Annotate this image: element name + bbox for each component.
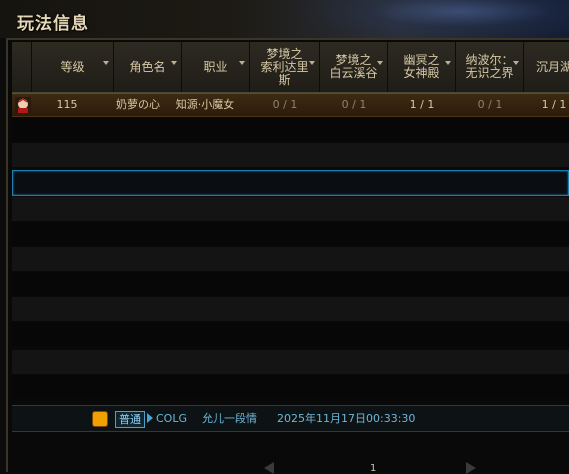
sort-arrow-icon xyxy=(445,61,451,65)
column-header-icon xyxy=(12,42,32,92)
table-row-empty[interactable] xyxy=(12,297,569,321)
column-header-nether-temple[interactable]: 幽冥之 女神殿 xyxy=(388,42,456,92)
column-header-level[interactable]: 等级 xyxy=(32,42,114,92)
column-header-job[interactable]: 职业 xyxy=(182,42,250,92)
chat-guild: COLG xyxy=(156,412,187,425)
column-header-sunken-moon-lake[interactable]: 沉月湖 xyxy=(524,42,569,92)
channel-arrow-icon xyxy=(147,413,153,423)
cell-level: 115 xyxy=(56,98,78,111)
table-row[interactable]: 115 奶萝の心 知源·小魔女 0 / 1 0 / 1 1 / 1 0 / 1 … xyxy=(12,93,569,117)
cell-nether-temple: 1 / 1 xyxy=(409,98,435,111)
table-header: 等级 角色名 职业 梦境之 索利达里 斯 梦境之 白云溪谷 幽冥之 女神殿 纳波… xyxy=(12,42,569,93)
cell-napol: 0 / 1 xyxy=(477,98,503,111)
sort-arrow-icon xyxy=(103,61,109,65)
sort-arrow-icon xyxy=(171,61,177,65)
table-row-empty[interactable] xyxy=(12,247,569,271)
column-header-dream-cloud-valley[interactable]: 梦境之 白云溪谷 xyxy=(320,42,388,92)
cell-name: 奶萝の心 xyxy=(116,98,160,111)
table-row-empty[interactable] xyxy=(12,143,569,167)
table-row-empty[interactable] xyxy=(12,375,569,399)
chat-channel-badge[interactable]: 普通 xyxy=(115,411,145,428)
cell-dream-solidaris: 0 / 1 xyxy=(272,98,298,111)
sort-arrow-icon xyxy=(239,61,245,65)
table-row-selected[interactable] xyxy=(12,170,569,196)
cell-dream-cloud-valley: 0 / 1 xyxy=(341,98,367,111)
title-bar-art xyxy=(300,0,569,38)
sort-arrow-icon xyxy=(513,61,519,65)
prev-page-icon[interactable] xyxy=(264,462,274,474)
page-number: 1 xyxy=(370,463,377,474)
chat-speaker[interactable]: 允儿一段情 xyxy=(202,411,257,426)
table-row-empty[interactable] xyxy=(12,272,569,296)
character-portrait-icon xyxy=(15,97,31,113)
chat-bar: 普通 COLG 允儿一段情 2025年11月17日00:33:30 xyxy=(12,405,569,432)
window-title-bar: 玩法信息 xyxy=(0,0,569,38)
pagination: 1 xyxy=(12,458,569,474)
table-row-empty[interactable] xyxy=(12,197,569,221)
table-row-empty[interactable] xyxy=(12,322,569,346)
cell-job: 知源·小魔女 xyxy=(175,98,235,111)
table-row-empty[interactable] xyxy=(12,118,569,142)
sort-arrow-icon xyxy=(377,61,383,65)
cell-sunken-moon-lake: 1 / 1 xyxy=(541,98,567,111)
next-page-icon[interactable] xyxy=(466,462,476,474)
chat-emote-icon[interactable] xyxy=(92,411,108,427)
chat-timestamp: 2025年11月17日00:33:30 xyxy=(277,412,416,425)
table-row-empty[interactable] xyxy=(12,222,569,246)
column-header-napol[interactable]: 纳波尔： 无识之界 xyxy=(456,42,524,92)
column-header-dream-solidaris[interactable]: 梦境之 索利达里 斯 xyxy=(250,42,320,92)
table-row-empty[interactable] xyxy=(12,350,569,374)
window-title: 玩法信息 xyxy=(17,14,89,34)
sort-arrow-icon xyxy=(309,61,315,65)
column-header-name[interactable]: 角色名 xyxy=(114,42,182,92)
